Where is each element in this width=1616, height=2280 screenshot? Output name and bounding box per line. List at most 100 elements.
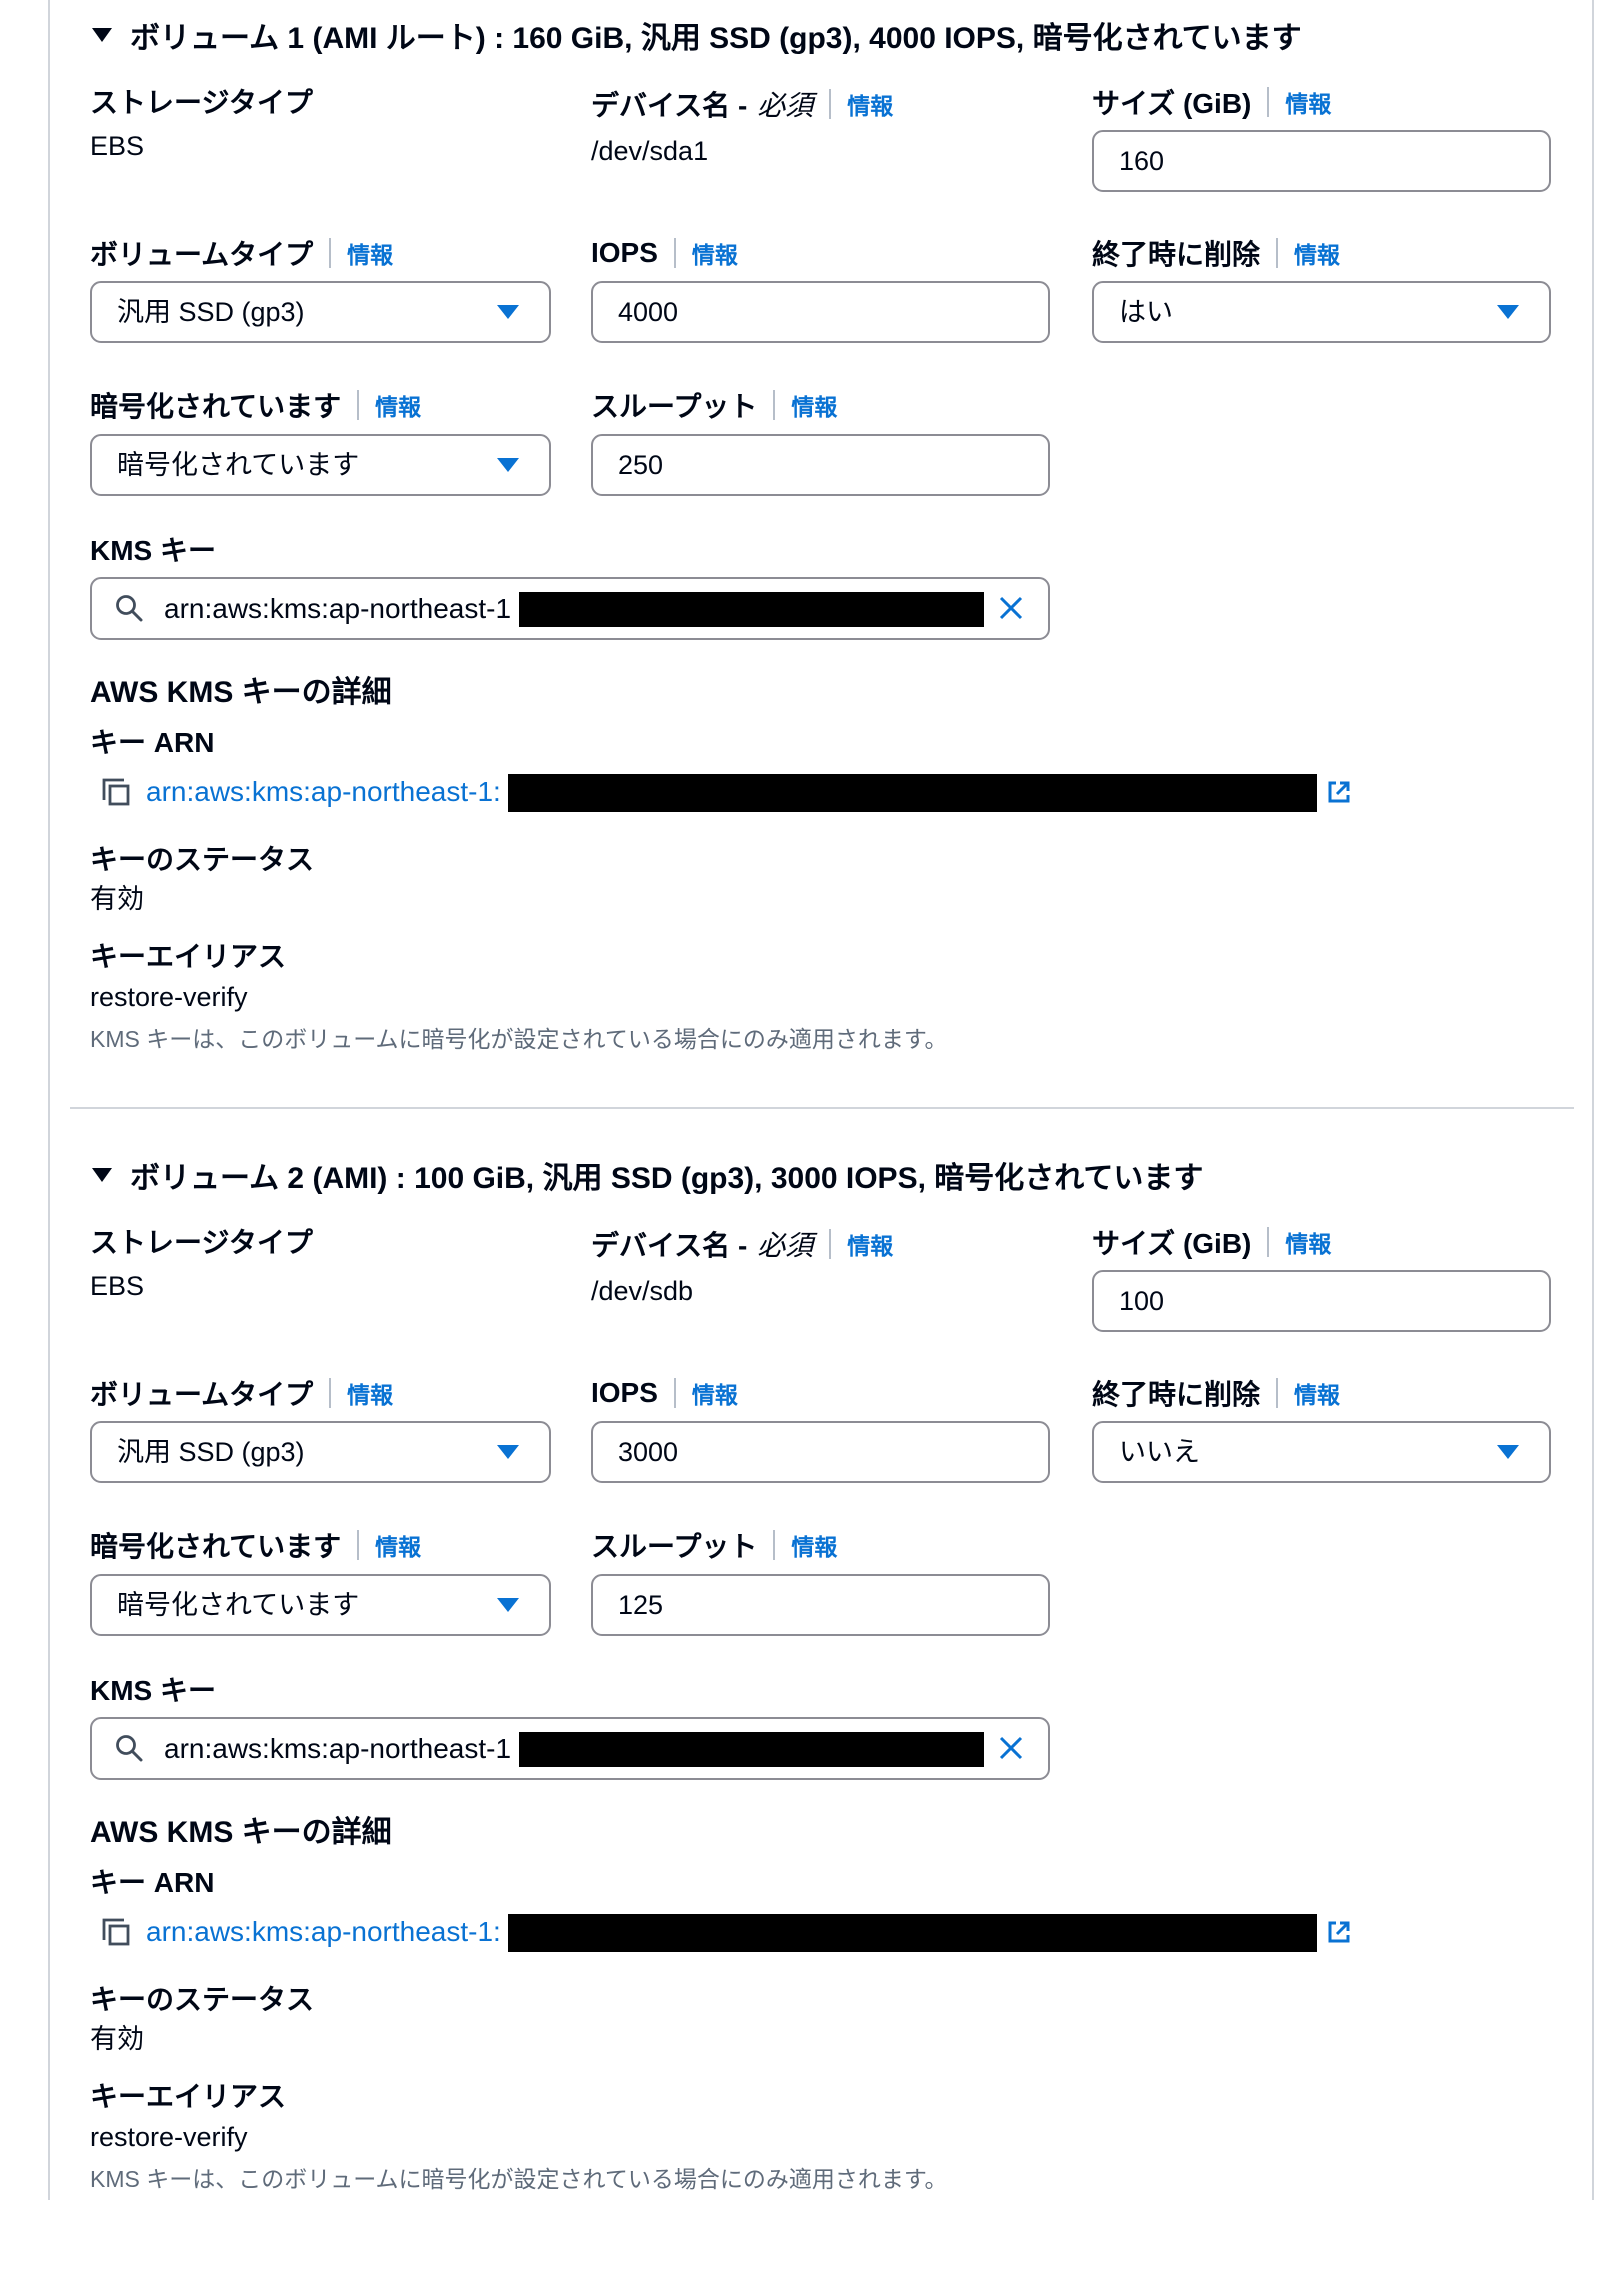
device-name-label-text: デバイス名 -: [591, 90, 748, 121]
caret-down-icon: [497, 458, 519, 472]
throughput-label: スループット 情報: [591, 387, 837, 423]
delete-on-termination-select[interactable]: はい: [1092, 281, 1551, 343]
search-icon: [116, 595, 143, 622]
key-status-label: キーのステータス: [90, 840, 314, 876]
volume-type-selected: 汎用 SSD (gp3): [117, 297, 305, 327]
kms-key-input[interactable]: [164, 579, 524, 638]
label-divider: [1276, 238, 1279, 268]
volume-header-text: ボリューム 1 (AMI ルート) : 160 GiB, 汎用 SSD (gp3…: [130, 22, 1302, 55]
size-label: サイズ (GiB) 情報: [1092, 84, 1331, 120]
external-link-icon[interactable]: [1326, 1919, 1352, 1945]
delete-on-termination-selected: いいえ: [1119, 1437, 1200, 1467]
caret-down-icon: [92, 28, 112, 42]
copy-icon[interactable]: [100, 776, 132, 808]
key-status-label: キーのステータス: [90, 1980, 314, 2016]
key-arn-label-text: キー ARN: [90, 727, 215, 758]
kms-key-field[interactable]: [90, 1717, 1050, 1780]
copy-icon[interactable]: [100, 1916, 132, 1948]
info-link[interactable]: 情報: [375, 1528, 421, 1562]
info-link[interactable]: 情報: [1285, 85, 1331, 119]
redacted-block: [519, 592, 984, 627]
label-divider: [1276, 1378, 1279, 1408]
redacted-block: [508, 1914, 1317, 1952]
key-status-label-text: キーのステータス: [90, 1984, 315, 2015]
volume-type-label-text: ボリュームタイプ: [90, 239, 314, 270]
storage-type-label-text: ストレージタイプ: [90, 87, 313, 118]
iops-label-text: IOPS: [591, 1377, 658, 1408]
label-divider: [773, 390, 776, 420]
external-link-icon[interactable]: [1326, 779, 1352, 805]
kms-key-field[interactable]: [90, 577, 1050, 640]
label-divider: [673, 238, 676, 268]
iops-label: IOPS 情報: [591, 1375, 738, 1411]
info-link[interactable]: 情報: [847, 1227, 893, 1261]
key-alias-label-text: キーエイリアス: [90, 941, 287, 972]
volume-1-section: ボリューム 1 (AMI ルート) : 160 GiB, 汎用 SSD (gp3…: [0, 0, 1616, 1140]
label-divider: [329, 1378, 332, 1408]
info-link[interactable]: 情報: [791, 1528, 837, 1562]
close-icon[interactable]: [997, 1734, 1025, 1762]
throughput-label-text: スループット: [591, 391, 758, 422]
label-divider: [357, 1530, 360, 1560]
volume-type-select[interactable]: 汎用 SSD (gp3): [90, 1421, 551, 1483]
encryption-select[interactable]: 暗号化されています: [90, 434, 551, 496]
storage-type-label: ストレージタイプ: [90, 1223, 313, 1259]
redacted-block: [508, 774, 1317, 812]
iops-input[interactable]: [591, 281, 1050, 343]
delete-on-termination-label: 終了時に削除 情報: [1092, 1375, 1340, 1411]
encryption-select[interactable]: 暗号化されています: [90, 1574, 551, 1636]
info-link[interactable]: 情報: [692, 1376, 738, 1410]
label-divider: [357, 390, 360, 420]
key-arn-label-text: キー ARN: [90, 1867, 215, 1898]
info-link[interactable]: 情報: [375, 388, 421, 422]
info-link[interactable]: 情報: [1294, 236, 1340, 270]
volume-type-select[interactable]: 汎用 SSD (gp3): [90, 281, 551, 343]
volume-type-label: ボリュームタイプ 情報: [90, 235, 393, 271]
delete-on-termination-label: 終了時に削除 情報: [1092, 235, 1340, 271]
info-link[interactable]: 情報: [347, 236, 393, 270]
kms-key-label-text: KMS キー: [90, 535, 217, 566]
encrypted-label: 暗号化されています 情報: [90, 387, 421, 423]
volume-2-section: ボリューム 2 (AMI) : 100 GiB, 汎用 SSD (gp3), 3…: [0, 1140, 1616, 2280]
throughput-input[interactable]: [591, 1574, 1050, 1636]
close-icon[interactable]: [997, 594, 1025, 622]
size-input[interactable]: [1092, 1270, 1551, 1332]
key-arn-link[interactable]: arn:aws:kms:ap-northeast-1:: [146, 1914, 501, 1950]
info-link[interactable]: 情報: [1285, 1225, 1331, 1259]
volume-2-header[interactable]: ボリューム 2 (AMI) : 100 GiB, 汎用 SSD (gp3), 3…: [92, 1155, 1203, 1195]
device-name-label: デバイス名 - 必須 情報: [591, 86, 893, 122]
redacted-block: [519, 1732, 984, 1767]
info-link[interactable]: 情報: [692, 236, 738, 270]
volume-header-text: ボリューム 2 (AMI) : 100 GiB, 汎用 SSD (gp3), 3…: [130, 1162, 1204, 1195]
info-link[interactable]: 情報: [347, 1376, 393, 1410]
info-link[interactable]: 情報: [847, 87, 893, 121]
iops-label: IOPS 情報: [591, 235, 738, 271]
caret-down-icon: [497, 1598, 519, 1612]
delete-on-termination-select[interactable]: いいえ: [1092, 1421, 1551, 1483]
key-arn-link[interactable]: arn:aws:kms:ap-northeast-1:: [146, 774, 501, 810]
volume-1-header[interactable]: ボリューム 1 (AMI ルート) : 160 GiB, 汎用 SSD (gp3…: [92, 15, 1302, 55]
required-marker: 必須: [757, 1230, 814, 1261]
encrypted-label: 暗号化されています 情報: [90, 1527, 421, 1563]
size-input[interactable]: [1092, 130, 1551, 192]
kms-key-label: KMS キー: [90, 531, 216, 567]
kms-key-input[interactable]: [164, 1719, 524, 1778]
key-alias-value: restore-verify: [90, 2122, 248, 2152]
info-link[interactable]: 情報: [1294, 1376, 1340, 1410]
label-divider: [1267, 87, 1270, 117]
kms-note: KMS キーは、このボリュームに暗号化が設定されている場合にのみ適用されます。: [90, 1026, 948, 1052]
key-arn-label: キー ARN: [90, 1863, 214, 1899]
device-name-label: デバイス名 - 必須 情報: [591, 1226, 893, 1262]
label-divider: [829, 1229, 832, 1259]
encrypted-label-text: 暗号化されています: [90, 391, 342, 422]
label-divider: [773, 1530, 776, 1560]
throughput-input[interactable]: [591, 434, 1050, 496]
iops-input[interactable]: [591, 1421, 1050, 1483]
key-alias-label: キーエイリアス: [90, 2077, 286, 2113]
caret-down-icon: [1497, 305, 1519, 319]
info-link[interactable]: 情報: [791, 388, 837, 422]
device-name-value: /dev/sdb: [591, 1276, 694, 1306]
caret-down-icon: [497, 1445, 519, 1459]
iops-label-text: IOPS: [591, 237, 658, 268]
label-divider: [673, 1378, 676, 1408]
